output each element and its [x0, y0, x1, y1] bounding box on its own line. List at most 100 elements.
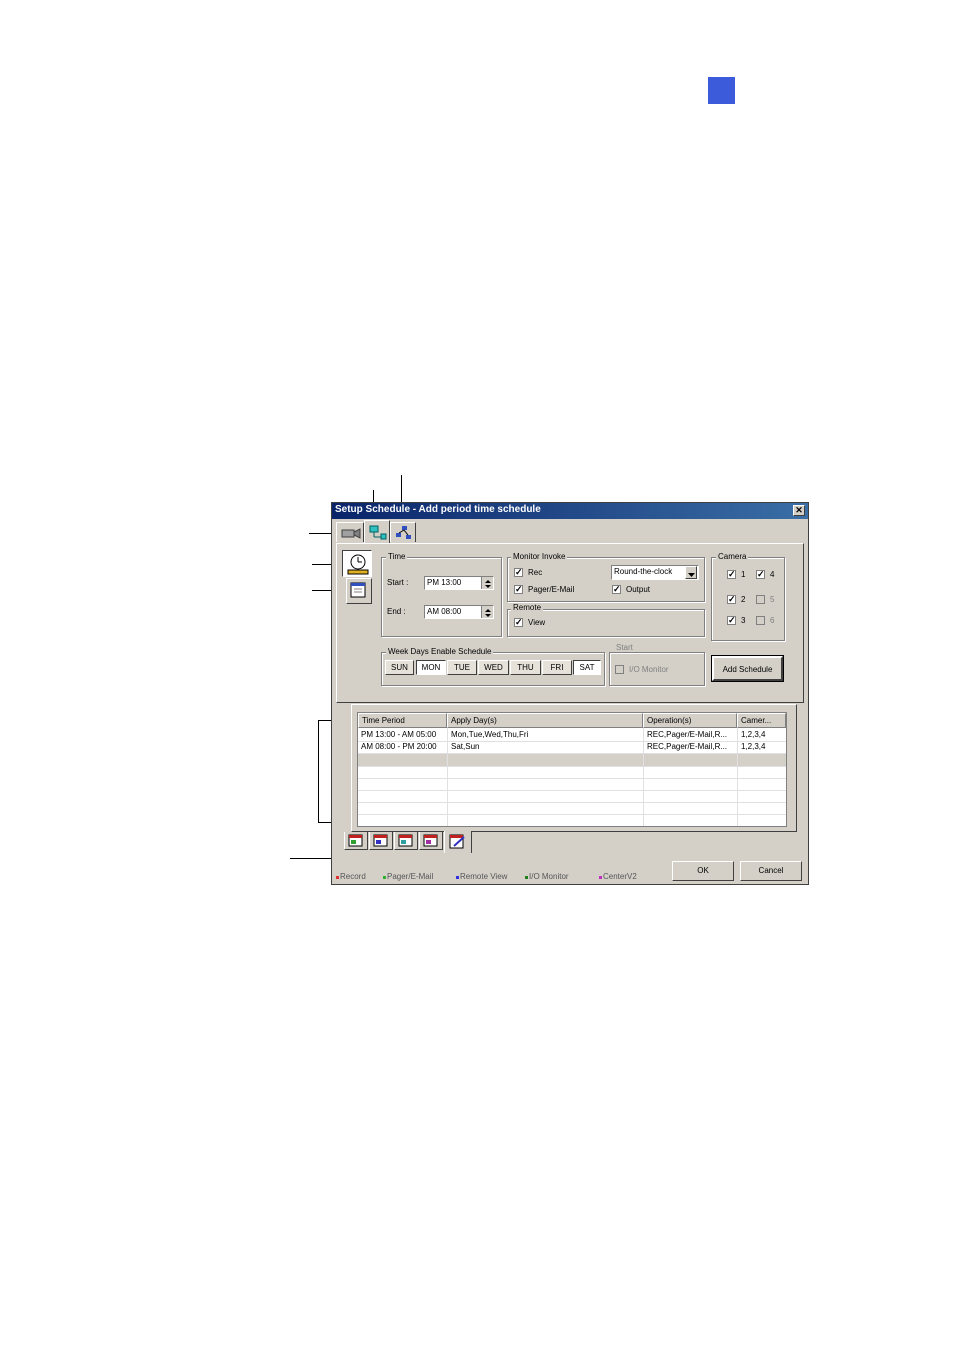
monitor-invoke-label: Monitor Invoke [511, 552, 568, 561]
time-group-label: Time [386, 552, 408, 561]
io-monitor-label: I/O Monitor [629, 665, 669, 674]
cancel-button[interactable]: Cancel [740, 861, 802, 881]
camera-4-checkbox[interactable]: ✓ [756, 570, 765, 579]
camera-6-checkbox[interactable] [756, 616, 765, 625]
calendar-icon [350, 582, 366, 598]
setup-schedule-dialog: Setup Schedule - Add period time schedul… [331, 502, 809, 885]
start-group-label: Start [614, 643, 635, 652]
alarm-clock-icon [347, 554, 369, 575]
camera-1-checkbox[interactable]: ✓ [727, 570, 736, 579]
camera-1-label: 1 [741, 570, 746, 579]
camera-3-checkbox[interactable]: ✓ [727, 616, 736, 625]
bottom-tab-1[interactable] [344, 832, 368, 850]
camera-2-label: 2 [741, 595, 746, 604]
grid-line [358, 790, 786, 791]
close-button[interactable]: ✕ [793, 505, 805, 516]
cell-apply-days: Sat,Sun [451, 742, 480, 751]
camera-icon [341, 528, 361, 539]
view-checkbox[interactable]: ✓ [514, 618, 523, 627]
cell-apply-days: Mon,Tue,Wed,Thu,Fri [451, 730, 529, 739]
camera-6-label: 6 [770, 616, 775, 625]
start-label: Start : [387, 578, 409, 587]
grid-line [358, 802, 786, 803]
output-checkbox[interactable]: ✓ [612, 585, 621, 594]
bottom-tab-3[interactable] [394, 832, 418, 850]
remote-group-label: Remote [511, 603, 544, 612]
bottom-tab-2[interactable] [369, 832, 393, 850]
legend-dot-remote-view [456, 876, 459, 879]
day-button-wed[interactable]: WED [478, 660, 509, 675]
day-button-thu[interactable]: THU [510, 660, 541, 675]
column-header-apply-days[interactable]: Apply Day(s) [447, 713, 643, 728]
legend-dot-record [336, 876, 339, 879]
grid-line [358, 741, 786, 742]
rec-checkbox[interactable]: ✓ [514, 568, 523, 577]
cell-operations: REC,Pager/E-Mail,R... [647, 730, 728, 739]
schedule-2-icon [373, 834, 388, 847]
schedule-table: Time Period Apply Day(s) Operation(s) Ca… [357, 712, 787, 827]
tab-network[interactable] [390, 522, 416, 542]
day-button-tue[interactable]: TUE [447, 660, 477, 675]
legend-dot-io-monitor [525, 876, 528, 879]
view-label: View [528, 618, 546, 627]
grid-line [358, 753, 786, 754]
camera-2-checkbox[interactable]: ✓ [727, 595, 736, 604]
day-button-sun[interactable]: SUN [385, 660, 414, 675]
schedule-4-icon [423, 834, 438, 847]
end-label: End : [387, 607, 406, 616]
side-button-clock[interactable] [342, 550, 372, 577]
network-tree-icon [396, 526, 411, 539]
legend-label-io-monitor: I/O Monitor [529, 872, 569, 881]
chapter-marker [708, 77, 735, 104]
io-monitor-checkbox[interactable] [615, 665, 624, 674]
cell-time-period: PM 13:00 - AM 05:00 [361, 730, 437, 739]
table-row[interactable]: AM 08:00 - PM 20:00 Sat,Sun REC,Pager/E-… [358, 741, 786, 753]
week-days-label: Week Days Enable Schedule [386, 647, 494, 656]
pager-email-label: Pager/E-Mail [528, 585, 575, 594]
legend-dot-pager [383, 876, 386, 879]
column-header-time-period[interactable]: Time Period [358, 713, 447, 728]
legend-dot-centerv2 [599, 876, 602, 879]
legend-label-record: Record [340, 872, 366, 881]
camera-5-checkbox[interactable] [756, 595, 765, 604]
legend: Record Pager/E-Mail Remote View I/O Moni… [335, 871, 665, 883]
grid-line [643, 728, 644, 826]
camera-5-label: 5 [770, 595, 775, 604]
day-button-mon[interactable]: MON [416, 660, 446, 675]
title-bar: Setup Schedule - Add period time schedul… [332, 503, 808, 519]
time-group [381, 557, 502, 637]
cell-camera: 1,2,3,4 [741, 742, 766, 751]
tab-camera[interactable] [336, 522, 364, 542]
monitor-mode-dropdown[interactable] [685, 566, 697, 579]
day-button-sat[interactable]: SAT [573, 660, 601, 675]
grid-line [737, 728, 738, 826]
output-label: Output [626, 585, 651, 594]
start-time-spinner[interactable] [481, 577, 493, 589]
bottom-tab-4[interactable] [419, 832, 443, 850]
add-schedule-button[interactable]: Add Schedule [711, 655, 784, 682]
legend-label-remote-view: Remote View [460, 872, 508, 881]
cell-time-period: AM 08:00 - PM 20:00 [361, 742, 437, 751]
column-header-camera[interactable]: Camer... [737, 713, 786, 728]
column-header-operations[interactable]: Operation(s) [643, 713, 737, 728]
schedule-3-icon [398, 834, 413, 847]
camera-3-label: 3 [741, 616, 746, 625]
table-row[interactable]: PM 13:00 - AM 05:00 Mon,Tue,Wed,Thu,Fri … [358, 729, 786, 741]
rec-label: Rec [528, 568, 543, 577]
ok-button[interactable]: OK [672, 861, 734, 881]
side-button-calendar[interactable] [346, 578, 372, 604]
end-time-spinner[interactable] [481, 606, 493, 618]
day-button-fri[interactable]: FRI [542, 660, 572, 675]
cell-camera: 1,2,3,4 [741, 730, 766, 739]
spinner-arrows-icon [485, 580, 491, 588]
table-row-selected[interactable] [358, 754, 786, 766]
bottom-tab-5[interactable] [444, 831, 472, 853]
callout-bracket-vert [318, 720, 319, 823]
tab-monitor[interactable] [364, 520, 390, 543]
pager-email-checkbox[interactable]: ✓ [514, 585, 523, 594]
schedule-1-icon [348, 834, 363, 847]
window-title: Setup Schedule - Add period time schedul… [335, 504, 541, 515]
chevron-down-icon [688, 573, 695, 577]
network-monitor-icon [369, 525, 387, 540]
camera-4-label: 4 [770, 570, 775, 579]
